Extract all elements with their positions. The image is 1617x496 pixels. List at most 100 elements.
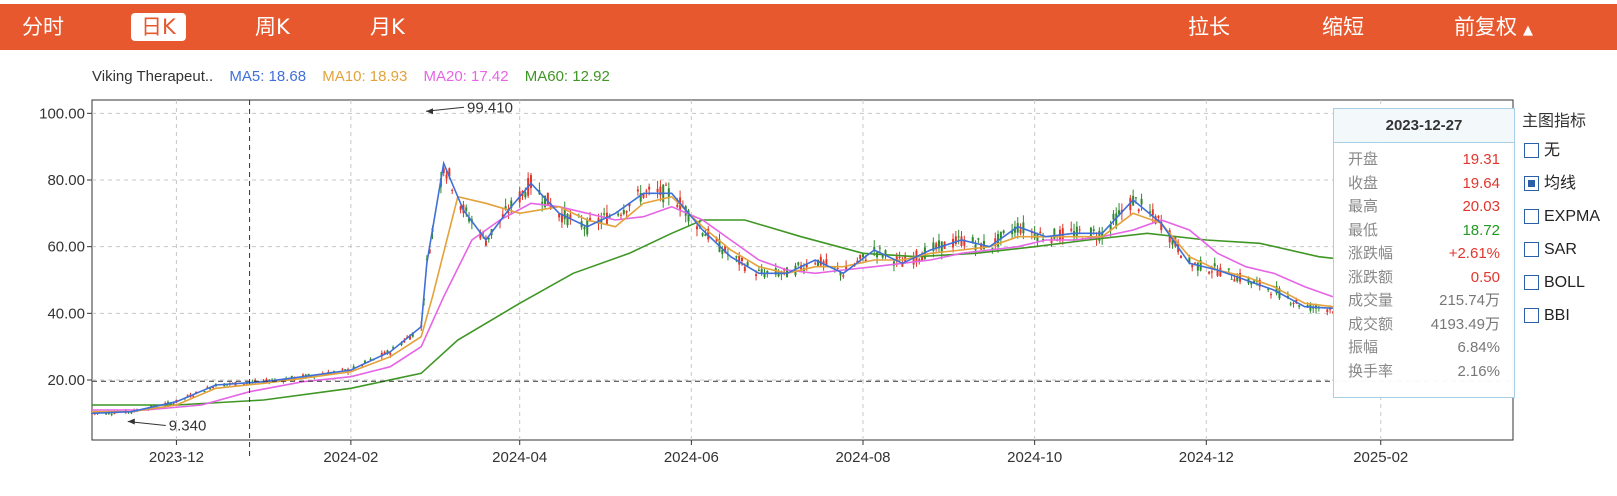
candle-body — [656, 188, 659, 192]
candle-body — [665, 184, 668, 186]
candle-body — [836, 267, 839, 269]
candle-body — [1298, 305, 1301, 307]
tooltip-row: 成交量 215.74万 — [1334, 289, 1514, 313]
y-tick-label: 80.00 — [47, 172, 85, 189]
candle-body — [741, 257, 744, 262]
tooltip-row: 涨跌额 0.50 — [1334, 266, 1514, 290]
candle-body — [389, 352, 392, 355]
candle-body — [1292, 302, 1295, 304]
tooltip-row-label: 开盘 — [1348, 151, 1379, 168]
candle-body — [341, 368, 344, 370]
candle-body — [110, 413, 113, 415]
indicator-option[interactable]: EXPMA — [1522, 200, 1617, 233]
crosshair — [92, 100, 1513, 458]
candle-body — [676, 204, 679, 207]
tooltip-row-value: 18.72 — [1462, 221, 1500, 239]
candle-body — [814, 263, 817, 265]
candle-body — [1230, 278, 1233, 280]
tooltip-row-label: 收盘 — [1348, 174, 1379, 192]
candle-body — [701, 233, 704, 236]
ma-layer — [91, 160, 1334, 415]
candle-body — [617, 213, 620, 216]
checkbox-icon[interactable] — [1524, 275, 1539, 290]
x-tick-label: 2024-10 — [1007, 449, 1062, 466]
candle-body — [704, 234, 707, 237]
candle-body — [842, 275, 845, 277]
candle-body — [1326, 309, 1329, 313]
tooltip-row-label: 涨跌额 — [1348, 268, 1394, 286]
tooltip-row-value: 19.64 — [1462, 174, 1500, 192]
candle-body — [1227, 268, 1230, 270]
candle-body — [695, 226, 698, 230]
candle-body — [636, 189, 639, 192]
x-tick-label: 2023-12 — [149, 449, 204, 466]
candle-body — [541, 201, 544, 204]
candle-body — [977, 238, 980, 240]
tooltip-row-label: 最高 — [1348, 198, 1379, 215]
checkbox-icon[interactable] — [1524, 143, 1539, 158]
candle-body — [797, 262, 800, 265]
y-tick-label: 20.00 — [47, 372, 85, 389]
candle-body — [1070, 228, 1073, 231]
tooltip-row-label: 成交量 — [1348, 292, 1394, 309]
candle-body — [1157, 215, 1160, 218]
annotation-label: 99.410 — [467, 99, 513, 116]
checkbox-icon[interactable] — [1524, 209, 1539, 224]
candle-body — [1002, 230, 1005, 233]
indicator-option[interactable]: 均线 — [1522, 167, 1617, 200]
tooltip-row-value: +2.61% — [1448, 245, 1500, 262]
tooltip-row-value: 20.03 — [1462, 198, 1500, 215]
candle-body — [566, 214, 569, 226]
annotation-label: 9.340 — [169, 418, 207, 435]
candle-body — [878, 247, 881, 249]
candle-body — [1233, 279, 1236, 282]
y-tick-label: 100.00 — [39, 105, 85, 122]
indicator-option-label: 无 — [1544, 142, 1561, 159]
candle-body — [1179, 255, 1182, 259]
candle-body — [743, 266, 746, 272]
candle-body — [1196, 262, 1199, 271]
checkbox-icon[interactable] — [1524, 242, 1539, 257]
candle-body — [1270, 294, 1273, 296]
annotation-arrowhead — [127, 418, 135, 425]
indicator-panel: 主图指标 无均线 EXPMA SAR BOLL BBI — [1522, 110, 1617, 332]
candle-body — [603, 213, 606, 215]
tooltip-row: 涨跌幅 +2.61% — [1334, 242, 1514, 266]
indicator-option[interactable]: BOLL — [1522, 266, 1617, 299]
candle-body — [960, 236, 963, 246]
candle-body — [451, 189, 454, 192]
indicator-option[interactable]: SAR — [1522, 233, 1617, 266]
candle-body — [735, 256, 738, 258]
candle-body — [484, 240, 487, 246]
candle-body — [957, 236, 960, 238]
indicator-option[interactable]: 无 — [1522, 134, 1617, 167]
candle-body — [819, 256, 822, 266]
tooltip-row-value: 0.50 — [1470, 268, 1500, 286]
candle-body — [1213, 263, 1216, 267]
tooltip-row-label: 涨跌幅 — [1348, 245, 1394, 262]
tooltip-row: 开盘 19.31 — [1334, 148, 1514, 172]
candle-body — [1019, 229, 1022, 234]
candle-body — [1092, 229, 1095, 231]
tooltip-row-value: 215.74万 — [1439, 292, 1500, 309]
checkbox-checked-icon[interactable] — [1524, 176, 1539, 191]
candle-body — [738, 256, 741, 265]
candle-body — [859, 254, 862, 259]
x-tick-label: 2025-02 — [1353, 449, 1408, 466]
indicator-option[interactable]: BBI — [1522, 299, 1617, 332]
candle-body — [1112, 213, 1115, 220]
tooltip-row-label: 最低 — [1348, 221, 1379, 239]
annotations: 99.410 9.340 — [127, 99, 513, 435]
candle-body — [524, 192, 527, 198]
tooltip-row: 收盘 19.64 — [1334, 172, 1514, 196]
candle-body — [620, 214, 623, 216]
candle-body — [1039, 231, 1042, 234]
price-tooltip: 2023-12-27 开盘 19.31 收盘 19.64 最高 20.03 最低 18.72 涨… — [1333, 108, 1515, 398]
y-tick-label: 40.00 — [47, 305, 85, 322]
candle-body — [755, 274, 758, 277]
candle-body — [1210, 271, 1213, 273]
checkbox-icon[interactable] — [1524, 308, 1539, 323]
indicator-option-label: BOLL — [1544, 274, 1585, 291]
candle-body — [861, 254, 864, 258]
candle-body — [935, 243, 938, 248]
